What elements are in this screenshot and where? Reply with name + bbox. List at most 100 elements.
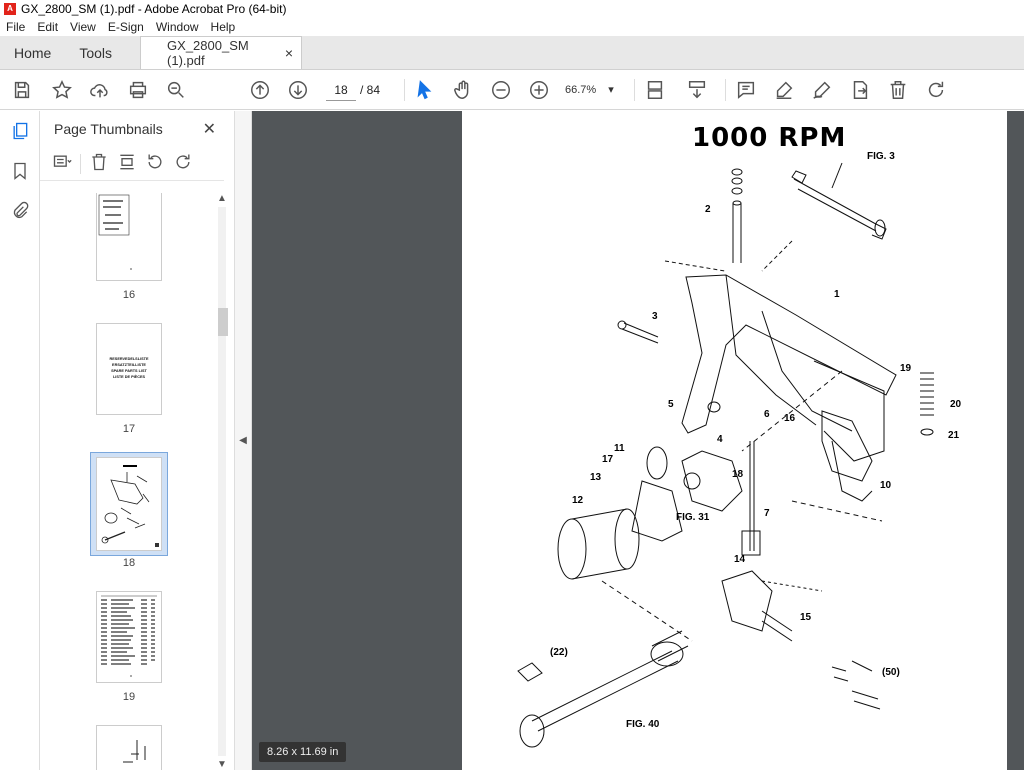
menu-file[interactable]: File — [6, 20, 25, 34]
callout-22: (22) — [550, 647, 568, 658]
page-thumbnail-17[interactable]: RESERVEDELSLISTE ERSATZTEILLISTE SPARE P… — [96, 323, 162, 415]
callout-7: 7 — [764, 508, 770, 519]
fill-sign-icon[interactable] — [808, 76, 836, 104]
zoom-in-icon[interactable] — [525, 76, 553, 104]
toolbar-divider — [80, 153, 81, 174]
page-number-input[interactable]: 18 — [326, 79, 356, 101]
menu-esign[interactable]: E-Sign — [108, 20, 144, 34]
close-icon[interactable]: ✕ — [203, 119, 216, 139]
toolbar-divider — [404, 78, 406, 101]
thumbnail-label: 19 — [122, 691, 136, 703]
menu-help[interactable]: Help — [211, 20, 236, 34]
callout-1: 1 — [834, 289, 840, 300]
tab-close-icon[interactable]: × — [285, 45, 293, 61]
title-bar: A GX_2800_SM (1).pdf - Adobe Acrobat Pro… — [0, 0, 1024, 18]
callout-fig3: FIG. 3 — [867, 151, 895, 162]
callout-13: 13 — [590, 472, 602, 483]
comment-icon[interactable] — [732, 76, 760, 104]
page-thumbnail-19[interactable] — [96, 591, 162, 683]
scroll-track — [218, 207, 226, 756]
scroll-down-icon[interactable]: ▼ — [217, 759, 227, 770]
page-thumbnail-18[interactable] — [96, 457, 162, 551]
page-thumbnails-icon[interactable] — [0, 111, 40, 151]
scroll-mode-icon[interactable] — [683, 76, 711, 104]
delete-icon[interactable] — [884, 76, 912, 104]
pdf-page: 1000 RPM FIG. 3 1 2 3 4 5 6 7 10 11 12 1… — [462, 111, 1007, 770]
select-cursor-icon[interactable] — [411, 76, 439, 104]
zoom-out-icon[interactable] — [487, 76, 515, 104]
tab-document-label: GX_2800_SM (1).pdf — [167, 38, 249, 68]
callout-15: 15 — [800, 612, 812, 623]
rotate-right-icon[interactable] — [173, 152, 193, 175]
document-viewer[interactable]: 1000 RPM FIG. 3 1 2 3 4 5 6 7 10 11 12 1… — [252, 111, 1024, 770]
thumbnail-text: LISTE DE PIÈCES — [112, 375, 146, 379]
thumbnail-list: 16 RESERVEDELSLISTE ERSATZTEILLISTE SPAR… — [40, 193, 215, 770]
thumbnail-scrollbar[interactable]: ▲ ▼ — [215, 193, 229, 770]
export-pdf-icon[interactable] — [846, 76, 874, 104]
zoom-value: 66.7% — [565, 83, 597, 96]
tab-home[interactable]: Home — [0, 36, 65, 69]
callout-16: 16 — [784, 413, 796, 424]
zoom-dropdown[interactable]: 66.7% ▾ — [565, 83, 614, 97]
tab-tools[interactable]: Tools — [65, 36, 126, 69]
chevron-left-icon: ◀ — [239, 435, 247, 446]
thumbnail-label: 18 — [122, 557, 136, 569]
scroll-up-icon[interactable]: ▲ — [217, 193, 227, 204]
thumbnail-options-icon[interactable] — [52, 152, 72, 175]
scroll-thumb[interactable] — [218, 308, 228, 336]
callout-11: 11 — [614, 443, 625, 454]
thumbnail-toolbar — [40, 147, 224, 181]
previous-page-icon[interactable] — [246, 76, 274, 104]
callout-18: 18 — [732, 469, 744, 480]
print-icon[interactable] — [124, 76, 152, 104]
callout-3: 3 — [652, 311, 658, 322]
window-title: GX_2800_SM (1).pdf - Adobe Acrobat Pro (… — [21, 2, 287, 16]
callout-19: 19 — [900, 363, 912, 374]
thumbnail-label: 16 — [122, 289, 136, 301]
zoom-search-icon[interactable] — [162, 76, 190, 104]
bookmark-icon[interactable] — [0, 151, 40, 191]
toolbar-divider — [724, 78, 726, 101]
menu-window[interactable]: Window — [156, 20, 199, 34]
page-total: / 84 — [360, 82, 381, 97]
callout-21: 21 — [948, 430, 960, 441]
page-size-badge: 8.26 x 11.69 in — [259, 742, 347, 762]
rotate-icon[interactable] — [922, 76, 950, 104]
exploded-parts-diagram — [517, 162, 934, 748]
rotate-left-icon[interactable] — [145, 152, 165, 175]
callout-12: 12 — [572, 495, 584, 506]
page-display-icon[interactable] — [641, 76, 669, 104]
highlight-pen-icon[interactable] — [770, 76, 798, 104]
callout-14: 14 — [734, 554, 746, 565]
menu-bar: File Edit View E-Sign Window Help — [0, 18, 1024, 36]
thumbnails-panel: Page Thumbnails ✕ 16 RESERVEDELSLISTE ER… — [40, 111, 235, 770]
collapse-panel-handle[interactable]: ◀ — [235, 111, 252, 770]
callout-6: 6 — [764, 409, 770, 420]
save-icon[interactable] — [8, 76, 36, 104]
hand-tool-icon[interactable] — [449, 76, 477, 104]
thumbnails-title: Page Thumbnails — [54, 121, 163, 137]
cloud-upload-icon[interactable] — [86, 76, 114, 104]
thumbnail-label: 17 — [122, 423, 136, 435]
tab-bar: Home Tools GX_2800_SM (1).pdf × — [0, 36, 1024, 70]
chevron-down-icon: ▾ — [608, 84, 614, 96]
callout-fig40: FIG. 40 — [626, 719, 660, 730]
extract-page-icon[interactable] — [117, 152, 137, 175]
tab-document[interactable]: GX_2800_SM (1).pdf × — [140, 36, 303, 69]
attachment-icon[interactable] — [0, 191, 40, 231]
menu-edit[interactable]: Edit — [37, 20, 58, 34]
delete-page-icon[interactable] — [89, 152, 109, 175]
callout-10: 10 — [880, 480, 892, 491]
callout-5: 5 — [668, 399, 674, 410]
callout-2: 2 — [705, 204, 711, 215]
callout-17: 17 — [602, 454, 614, 465]
menu-view[interactable]: View — [70, 20, 96, 34]
acrobat-logo-icon: A — [4, 3, 16, 15]
next-page-icon[interactable] — [284, 76, 312, 104]
callout-20: 20 — [950, 399, 962, 410]
main-toolbar: 18 / 84 66.7% ▾ — [0, 70, 1024, 110]
page-thumbnail-20[interactable] — [96, 725, 162, 770]
star-icon[interactable] — [48, 76, 76, 104]
page-thumbnail-16[interactable] — [96, 193, 162, 281]
callout-4: 4 — [717, 434, 723, 445]
